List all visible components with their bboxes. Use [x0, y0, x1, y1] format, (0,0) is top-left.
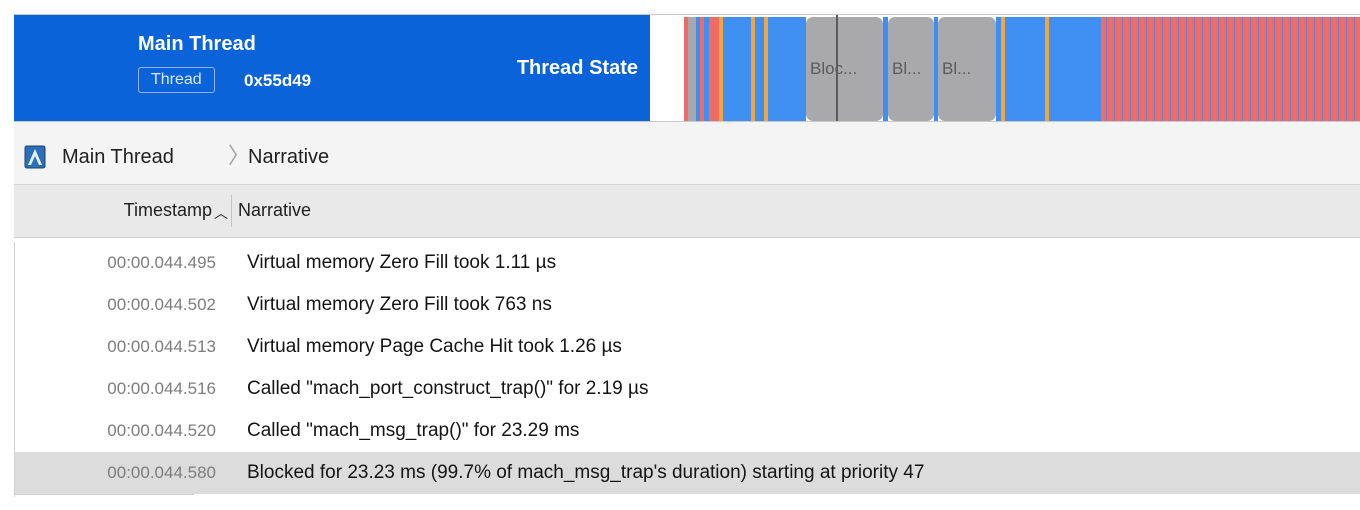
breadcrumb-separator-icon: 〉: [228, 143, 251, 168]
table-header: Timestamp ︿ Narrative: [14, 185, 1360, 238]
narrative-cell: Virtual memory Zero Fill took 763 ns: [247, 294, 552, 315]
breadcrumb-current[interactable]: Narrative: [248, 145, 329, 169]
track-title: Main Thread: [138, 33, 256, 55]
table-bottom-divider: [14, 494, 194, 495]
column-divider[interactable]: [231, 195, 232, 227]
sort-ascending-icon: ︿: [214, 205, 228, 221]
timestamp-cell: 00:00.044.516: [107, 379, 216, 398]
state-segment: [1049, 17, 1101, 121]
state-segment-dense: [1101, 17, 1360, 121]
breadcrumb-root[interactable]: Main Thread: [62, 145, 174, 169]
state-segment: [688, 17, 696, 121]
thread-id: 0x55d49: [244, 71, 312, 90]
narrative-cell: Virtual memory Page Cache Hit took 1.26 …: [247, 336, 622, 357]
column-header-narrative[interactable]: Narrative: [238, 200, 311, 221]
blocked-segment[interactable]: Bloc...: [806, 17, 883, 121]
narrative-cell: Blocked for 23.23 ms (99.7% of mach_msg_…: [247, 462, 925, 483]
state-segment: [755, 17, 764, 121]
thread-track[interactable]: Main Thread Thread 0x55d49 Thread State …: [14, 14, 1360, 122]
timestamp-cell: 00:00.044.495: [107, 253, 216, 272]
state-segment: [768, 17, 788, 121]
column-header-timestamp-label: Timestamp: [123, 200, 212, 220]
timestamp-cell: 00:00.044.502: [107, 295, 216, 314]
narrative-cell: Called "mach_msg_trap()" for 23.29 ms: [247, 420, 580, 441]
thread-badge: Thread: [138, 67, 215, 93]
timestamp-cell: 00:00.044.520: [107, 421, 216, 440]
table-row[interactable]: 00:00.044.495 Virtual memory Zero Fill t…: [14, 242, 1360, 284]
column-header-timestamp[interactable]: Timestamp ︿: [14, 185, 230, 237]
blocked-segment[interactable]: Bl...: [938, 17, 996, 121]
narrative-table: 00:00.044.495 Virtual memory Zero Fill t…: [14, 242, 1360, 494]
state-segment: [723, 17, 751, 121]
table-left-border: [14, 242, 15, 497]
instruments-window: Main Thread Thread 0x55d49 Thread State …: [0, 0, 1360, 510]
table-row[interactable]: 00:00.044.513 Virtual memory Page Cache …: [14, 326, 1360, 368]
narrative-cell: Called "mach_port_construct_trap()" for …: [247, 378, 649, 399]
timestamp-cell: 00:00.044.513: [107, 337, 216, 356]
playhead-line[interactable]: [836, 15, 838, 121]
track-type-label: Thread State: [516, 57, 638, 79]
table-row[interactable]: 00:00.044.520 Called "mach_msg_trap()" f…: [14, 410, 1360, 452]
table-row[interactable]: 00:00.044.502 Virtual memory Zero Fill t…: [14, 284, 1360, 326]
thread-state-timeline[interactable]: Bloc... Bl... Bl...: [651, 15, 1360, 121]
timestamp-cell: 00:00.044.580: [107, 463, 216, 482]
track-label-panel[interactable]: Main Thread Thread 0x55d49 Thread State: [14, 15, 650, 121]
state-segment: [1005, 17, 1045, 121]
blocked-segment[interactable]: Bl...: [888, 17, 934, 121]
breadcrumb: Main Thread 〉 Narrative: [14, 122, 1360, 185]
table-row[interactable]: 00:00.044.516 Called "mach_port_construc…: [14, 368, 1360, 410]
table-row-selected[interactable]: 00:00.044.580 Blocked for 23.23 ms (99.7…: [14, 452, 1360, 494]
state-segment: [788, 17, 806, 121]
instrument-icon: [24, 145, 46, 169]
narrative-cell: Virtual memory Zero Fill took 1.11 µs: [247, 252, 557, 273]
state-segment: [709, 17, 719, 121]
